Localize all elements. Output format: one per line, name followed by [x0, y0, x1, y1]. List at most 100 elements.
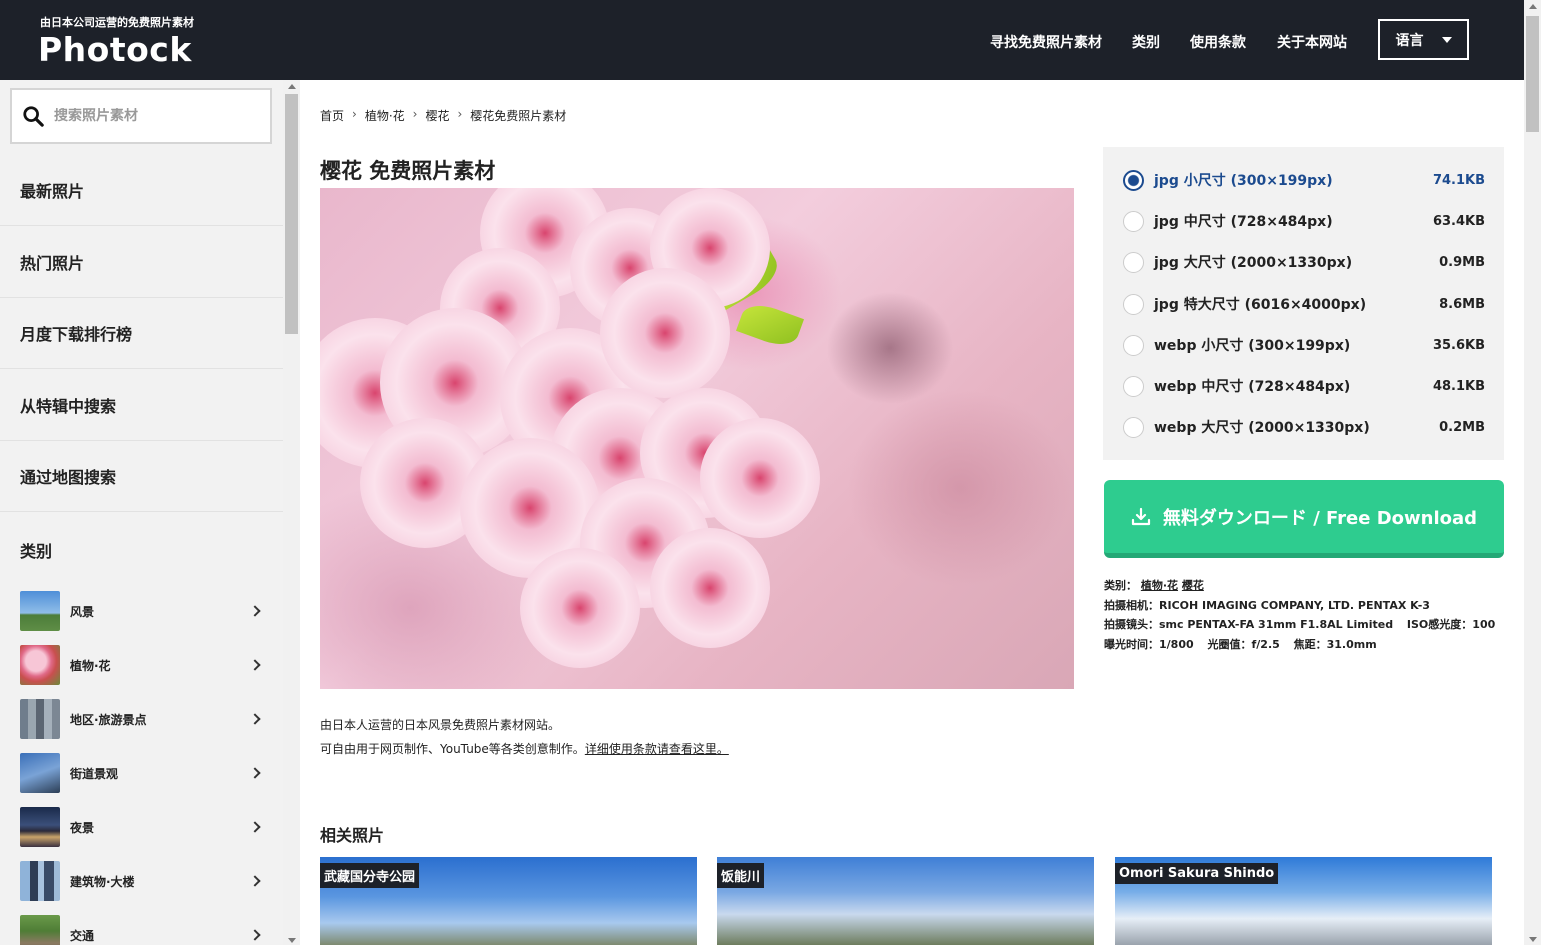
category-label: 风景 — [70, 604, 95, 619]
related-photo-title: Omori Sakura Shindo — [1115, 863, 1279, 884]
related-photo-card[interactable]: 武藏国分寺公园 — [320, 857, 697, 945]
radio-unselected[interactable] — [1123, 334, 1144, 356]
transport-thumbnail — [20, 915, 60, 945]
category-label: 建筑物·大楼 — [70, 874, 135, 889]
radio-unselected[interactable] — [1123, 210, 1144, 232]
size-option-jpg-large[interactable]: jpg 大尺寸 (2000×1330px) 0.9MB — [1123, 247, 1485, 277]
category-heading: 类别 — [20, 542, 53, 561]
size-option-label: jpg 大尺寸 (2000×1330px) — [1154, 255, 1353, 271]
sidebar-item-popular[interactable]: 热门照片 — [0, 227, 283, 298]
size-option-label: webp 大尺寸 (2000×1330px) — [1154, 420, 1370, 436]
streetscape-thumbnail — [20, 753, 60, 793]
radio-unselected[interactable] — [1123, 293, 1144, 315]
sidebar-item-latest[interactable]: 最新照片 — [0, 155, 283, 226]
caret-down-icon — [1441, 36, 1452, 43]
category-item-landscape[interactable]: 风景 — [20, 590, 265, 632]
search-input[interactable] — [54, 108, 254, 124]
breadcrumb-separator-icon: › — [412, 107, 418, 121]
breadcrumb-current: 樱花免费照片素材 — [470, 109, 567, 123]
page-scrollbar[interactable] — [1524, 0, 1541, 945]
related-photos-heading: 相关照片 — [320, 826, 385, 845]
meta-focal: 焦距：31.0mm — [1293, 637, 1377, 651]
meta-aperture: 光圈值：f/2.5 — [1207, 637, 1280, 651]
breadcrumb-plants-flowers[interactable]: 植物·花 — [365, 107, 405, 124]
sidebar-item-map-search[interactable]: 通过地图搜索 — [0, 441, 283, 512]
category-label: 交通 — [70, 928, 95, 943]
radio-selected[interactable] — [1123, 169, 1144, 191]
nav-categories[interactable]: 类别 — [1132, 32, 1160, 52]
size-option-filesize: 63.4KB — [1432, 213, 1485, 229]
search-box[interactable] — [10, 88, 272, 144]
meta-category-link-plants[interactable]: 植物·花 — [1141, 579, 1178, 592]
breadcrumb: 首页 › 植物·花 › 樱花 › 樱花免费照片素材 — [320, 107, 566, 124]
category-item-plants-flowers[interactable]: 植物·花 — [20, 644, 265, 686]
scroll-down-arrow-icon[interactable] — [1529, 937, 1537, 942]
category-item-night-view[interactable]: 夜景 — [20, 806, 265, 848]
chevron-right-icon — [249, 875, 261, 887]
chevron-right-icon — [249, 821, 261, 833]
size-option-jpg-small[interactable]: jpg 小尺寸 (300×199px) 74.1KB — [1123, 165, 1485, 195]
meta-category-label: 类别： — [1104, 579, 1137, 592]
site-description: 由日本人运营的日本风景免费照片素材网站。 可自由用于网页制作、YouTube等各… — [320, 713, 729, 761]
meta-category-link-sakura[interactable]: 樱花 — [1182, 579, 1204, 592]
size-option-webp-small[interactable]: webp 小尺寸 (300×199px) 35.6KB — [1123, 330, 1485, 360]
language-dropdown[interactable]: 语言 — [1378, 19, 1469, 60]
scroll-up-arrow-icon[interactable] — [288, 84, 296, 89]
sidebar-scrollbar-thumb[interactable] — [285, 94, 298, 334]
breadcrumb-sakura[interactable]: 樱花 — [425, 107, 449, 124]
sidebar-item-monthly-ranking[interactable]: 月度下载排行榜 — [0, 298, 283, 369]
size-options-panel: jpg 小尺寸 (300×199px) 74.1KB jpg 中尺寸 (728×… — [1103, 147, 1504, 460]
radio-unselected[interactable] — [1123, 416, 1144, 438]
site-tagline: 由日本公司运营的免费照片素材 — [40, 16, 194, 29]
meta-iso: ISO感光度：100 — [1406, 618, 1496, 631]
terms-link[interactable]: 详细使用条款请查看这里。 — [585, 742, 729, 756]
sidebar-scrollbar[interactable] — [283, 80, 300, 945]
category-item-transport[interactable]: 交通 — [20, 914, 265, 945]
landscape-thumbnail — [20, 591, 60, 631]
nav-find-photos[interactable]: 寻找免费照片素材 — [990, 32, 1102, 52]
chevron-right-icon — [249, 605, 261, 617]
radio-unselected[interactable] — [1123, 251, 1144, 273]
language-label: 语言 — [1395, 32, 1424, 49]
category-item-streetscape[interactable]: 街道景观 — [20, 752, 265, 794]
size-option-filesize: 74.1KB — [1432, 172, 1485, 188]
size-option-filesize: 0.9MB — [1439, 254, 1485, 270]
category-label: 植物·花 — [70, 658, 111, 673]
related-photo-card[interactable]: Omori Sakura Shindo — [1115, 857, 1492, 945]
nav-about[interactable]: 关于本网站 — [1277, 32, 1347, 52]
photo-metadata: 类别： 植物·花 樱花 拍摄相机：RICOH IMAGING COMPANY, … — [1104, 576, 1495, 654]
sidebar-item-features[interactable]: 从特辑中搜索 — [0, 370, 283, 441]
radio-unselected[interactable] — [1123, 375, 1144, 397]
category-item-buildings[interactable]: 建筑物·大楼 — [20, 860, 265, 902]
regions-tourism-thumbnail — [20, 699, 60, 739]
download-button[interactable]: 無料ダウンロード / Free Download — [1104, 480, 1504, 558]
size-option-label: jpg 小尺寸 (300×199px) — [1154, 173, 1333, 189]
scroll-down-arrow-icon[interactable] — [288, 938, 296, 943]
nav-terms[interactable]: 使用条款 — [1190, 32, 1246, 52]
related-photo-card[interactable]: 饭能川 — [717, 857, 1094, 945]
page-scrollbar-thumb[interactable] — [1526, 16, 1539, 132]
size-option-webp-large[interactable]: webp 大尺寸 (2000×1330px) 0.2MB — [1123, 412, 1485, 442]
breadcrumb-separator-icon: › — [457, 107, 463, 121]
site-logo[interactable]: Photock — [38, 30, 192, 69]
size-option-jpg-xlarge[interactable]: jpg 特大尺寸 (6016×4000px) 8.6MB — [1123, 289, 1485, 319]
size-option-label: jpg 特大尺寸 (6016×4000px) — [1154, 297, 1367, 313]
meta-exposure: 曝光时间：1/800 — [1104, 637, 1194, 651]
category-label: 地区·旅游景点 — [70, 712, 147, 727]
size-option-label: webp 中尺寸 (728×484px) — [1154, 379, 1351, 395]
breadcrumb-separator-icon: › — [352, 107, 357, 121]
scroll-up-arrow-icon[interactable] — [1529, 4, 1537, 9]
chevron-right-icon — [249, 929, 261, 941]
size-option-label: jpg 中尺寸 (728×484px) — [1154, 214, 1333, 230]
size-option-filesize: 0.2MB — [1439, 419, 1485, 435]
category-item-regions-tourism[interactable]: 地区·旅游景点 — [20, 698, 265, 740]
size-option-jpg-medium[interactable]: jpg 中尺寸 (728×484px) 63.4KB — [1123, 206, 1485, 236]
related-photo-title: 饭能川 — [717, 863, 765, 888]
main-photo[interactable] — [320, 188, 1074, 689]
breadcrumb-home[interactable]: 首页 — [320, 107, 344, 124]
size-option-webp-medium[interactable]: webp 中尺寸 (728×484px) 48.1KB — [1123, 371, 1485, 401]
size-option-filesize: 35.6KB — [1432, 337, 1485, 353]
category-label: 夜景 — [70, 820, 95, 835]
page-title: 樱花 免费照片素材 — [320, 159, 496, 183]
download-icon — [1131, 507, 1151, 525]
